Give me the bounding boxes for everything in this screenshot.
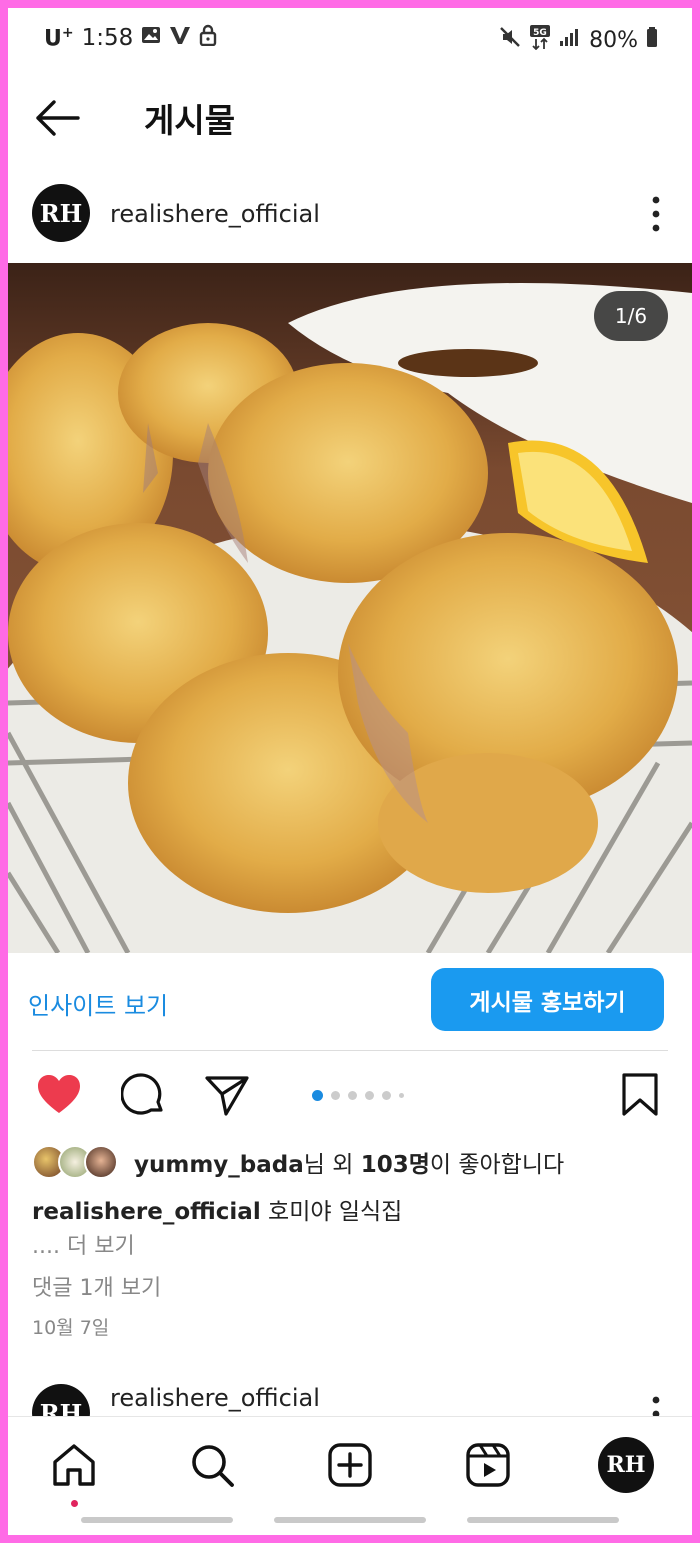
- gesture-bar: [274, 1517, 426, 1523]
- see-more-link[interactable]: .... 더 보기: [32, 1228, 135, 1260]
- liker-avatar: [84, 1145, 118, 1179]
- post-date: 10월 7일: [32, 1317, 110, 1339]
- comment-icon[interactable]: [120, 1072, 167, 1118]
- post-header: RH realishere_official: [8, 178, 692, 254]
- bottom-navigation: RH: [8, 1416, 692, 1535]
- view-insights-link[interactable]: 인사이트 보기: [28, 986, 168, 1021]
- profile-tab[interactable]: RH: [596, 1435, 656, 1495]
- caption-text: 호미야 일식집: [260, 1199, 403, 1225]
- battery-level: 80%: [589, 27, 638, 53]
- carousel-dot: [331, 1091, 340, 1100]
- notification-dot: [71, 1500, 78, 1507]
- post-username[interactable]: realishere_official: [110, 200, 320, 228]
- carousel-dot: [399, 1093, 404, 1098]
- mute-icon: [499, 26, 521, 54]
- page-title: 게시물: [144, 101, 236, 140]
- battery-icon: [646, 26, 658, 54]
- more-options-icon[interactable]: [650, 194, 662, 234]
- status-bar: U+ 1:58 5G 80%: [8, 8, 692, 70]
- avatar[interactable]: RH: [32, 184, 90, 242]
- gallery-icon: [141, 25, 161, 51]
- v-app-icon: [169, 25, 191, 51]
- heart-icon[interactable]: [36, 1072, 82, 1118]
- carousel-indicator: [312, 1090, 404, 1101]
- top-app-bar: 게시물: [8, 70, 692, 166]
- back-arrow-icon[interactable]: [34, 98, 82, 138]
- bookmark-icon[interactable]: [620, 1072, 666, 1118]
- post-actions: [8, 1068, 692, 1122]
- create-post-icon[interactable]: [324, 1439, 376, 1491]
- image-counter: 1/6: [594, 291, 668, 341]
- profile-avatar: RH: [598, 1437, 654, 1493]
- screen: U+ 1:58 5G 80% 게시물 RH realishere_officia…: [8, 8, 692, 1535]
- carrier-label: U+: [44, 24, 74, 52]
- share-send-icon[interactable]: [204, 1072, 250, 1118]
- post-image[interactable]: 1/6: [8, 263, 692, 953]
- svg-text:5G: 5G: [533, 28, 547, 38]
- carousel-dot: [382, 1091, 391, 1100]
- carousel-dot: [348, 1091, 357, 1100]
- view-comments-link[interactable]: 댓글 1개 보기: [32, 1270, 161, 1302]
- divider: [32, 1050, 668, 1051]
- reels-icon[interactable]: [462, 1439, 514, 1491]
- carousel-dot: [312, 1090, 323, 1101]
- promote-post-button[interactable]: 게시물 홍보하기: [431, 968, 664, 1031]
- likes-text: yummy_bada님 외 103명이 좋아합니다: [134, 1152, 565, 1178]
- signal-icon: [559, 27, 581, 53]
- food-photo: [8, 263, 692, 953]
- lock-icon: [199, 24, 217, 52]
- clock: 1:58: [81, 25, 134, 51]
- caption-username[interactable]: realishere_official: [32, 1199, 261, 1225]
- likes-summary[interactable]: yummy_bada님 외 103명이 좋아합니다: [32, 1142, 564, 1182]
- network-5g-icon: 5G: [529, 24, 551, 56]
- post-caption: realishere_official 호미야 일식집: [32, 1192, 402, 1226]
- carousel-dot: [365, 1091, 374, 1100]
- avatar[interactable]: RH: [32, 1384, 90, 1420]
- search-icon[interactable]: [186, 1439, 238, 1491]
- post-username[interactable]: realishere_official: [110, 1384, 320, 1412]
- next-post-header: RH realishere_official: [8, 1380, 692, 1420]
- gesture-bar: [81, 1517, 233, 1523]
- gesture-bar: [467, 1517, 619, 1523]
- home-icon[interactable]: [48, 1439, 100, 1491]
